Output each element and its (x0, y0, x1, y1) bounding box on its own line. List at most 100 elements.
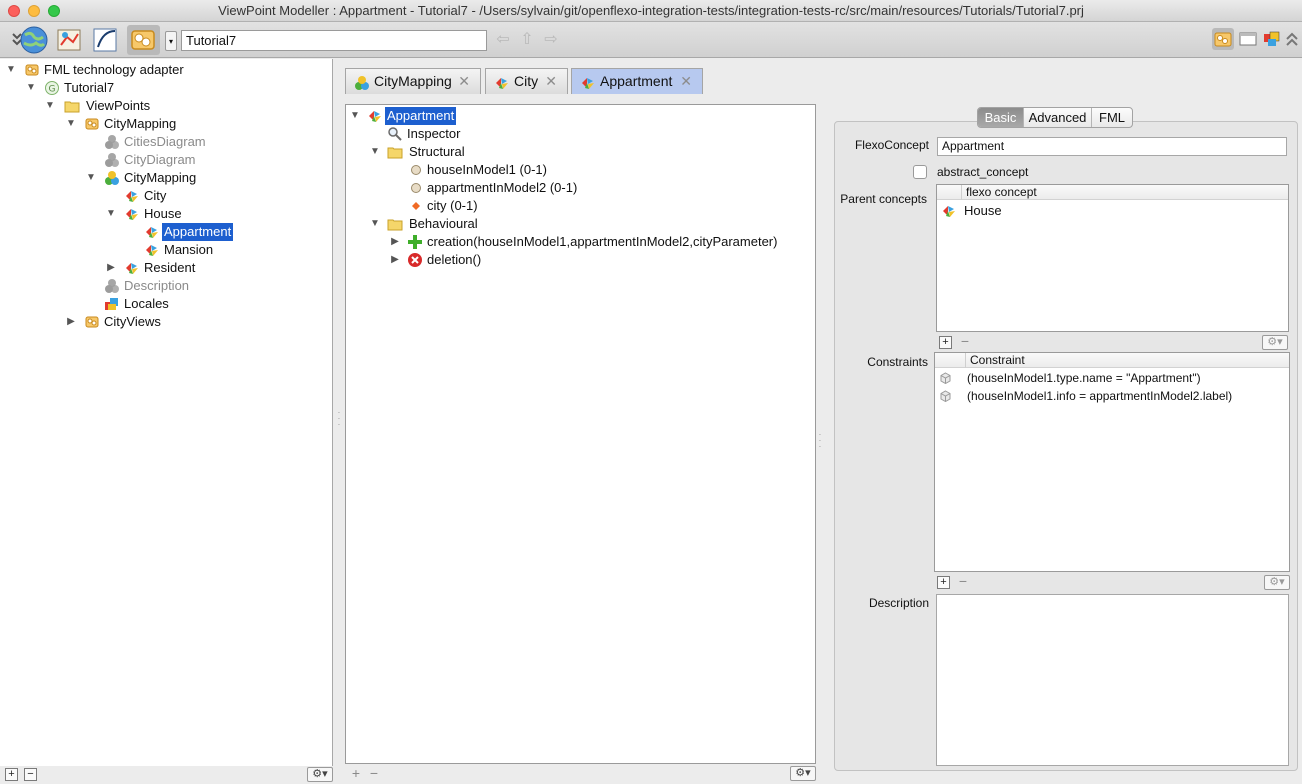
close-tab-icon[interactable]: ✕ (545, 69, 557, 94)
remove-parent-concept-button[interactable]: − (958, 334, 972, 349)
concept-role-icon (408, 198, 424, 214)
project-field[interactable]: Tutorial7 (181, 30, 487, 51)
constraints-table[interactable]: Constraint (houseInModel1.type.name = "A… (934, 352, 1290, 572)
module-dropdown-icon[interactable]: ▾ (165, 31, 177, 51)
role-icon (408, 162, 424, 178)
diagram-cluster-icon (104, 278, 120, 294)
flexo-concept-icon (367, 108, 383, 124)
flexo-concept-name-field[interactable]: Appartment (937, 137, 1287, 156)
project-icon (44, 80, 60, 96)
role-icon (408, 180, 424, 196)
tab-city[interactable]: City ✕ (485, 68, 568, 94)
module-icon[interactable] (1262, 30, 1282, 48)
virtual-model-icon (354, 74, 370, 90)
tab-basic[interactable]: Basic (978, 108, 1024, 127)
expanded-triangle-icon[interactable]: ▼ (6, 61, 16, 79)
back-arrow-icon[interactable]: ⇦ (494, 31, 512, 49)
concept-structure-tree[interactable]: ▼ Appartment Inspector ▼ Structural hous… (345, 104, 816, 764)
expanded-triangle-icon[interactable]: ▼ (106, 205, 116, 223)
constraints-label: Constraints (867, 355, 928, 369)
parent-concepts-gear-button[interactable]: ⚙▾ (1262, 335, 1288, 350)
remove-button[interactable]: − (367, 766, 381, 781)
flexo-concept-icon (494, 74, 510, 90)
collapse-icon[interactable] (2, 25, 22, 55)
zoom-window-button[interactable] (48, 5, 60, 17)
inspector-tab-switcher[interactable]: Basic Advanced FML (977, 107, 1133, 128)
diagram-editor-icon[interactable] (55, 25, 85, 55)
tab-fml[interactable]: FML (1092, 108, 1132, 127)
folder-icon (64, 98, 80, 114)
tab-citymapping[interactable]: CityMapping ✕ (345, 68, 481, 94)
tab-advanced[interactable]: Advanced (1024, 108, 1092, 127)
add-plus-icon (407, 234, 423, 250)
collapsed-triangle-icon[interactable]: ▶ (66, 313, 76, 331)
close-tab-icon[interactable]: ✕ (680, 69, 692, 94)
table-header: flexo concept (937, 185, 1288, 200)
viewpoint-modeller-icon[interactable] (127, 25, 160, 55)
expanded-triangle-icon[interactable]: ▼ (86, 169, 96, 187)
expanded-triangle-icon[interactable]: ▼ (370, 215, 380, 233)
collapsed-triangle-icon[interactable]: ▶ (390, 251, 400, 269)
parent-concepts-label: Parent concepts (840, 192, 927, 206)
abstract-concept-label: abstract_concept (937, 165, 1029, 179)
folder-icon (387, 216, 403, 232)
column-header-constraint[interactable]: Constraint (965, 353, 1025, 368)
window-icon[interactable] (1238, 30, 1258, 48)
collapse-up-icon[interactable] (1284, 30, 1300, 48)
window-title-bar: ViewPoint Modeller : Appartment - Tutori… (0, 0, 1302, 22)
add-button[interactable]: + (5, 768, 18, 781)
expanded-triangle-icon[interactable]: ▼ (370, 143, 380, 161)
flexo-concept-icon (124, 188, 140, 204)
close-window-button[interactable] (8, 5, 20, 17)
delete-icon (407, 252, 423, 268)
diagram-cluster-icon (104, 134, 120, 150)
constraints-gear-button[interactable]: ⚙▾ (1264, 575, 1290, 590)
viewpoint-icon (84, 314, 100, 330)
gear-menu-button[interactable]: ⚙▾ (307, 767, 333, 782)
left-panel-footer: + − ⚙▾ (0, 766, 333, 784)
description-textarea[interactable] (936, 594, 1289, 766)
table-row[interactable]: (houseInModel1.info = appartmentInModel2… (935, 387, 1289, 405)
expanded-triangle-icon[interactable]: ▼ (45, 97, 55, 115)
diagram-cluster-icon (104, 152, 120, 168)
globe-icon[interactable] (19, 25, 49, 55)
add-constraint-button[interactable]: + (937, 576, 950, 589)
folder-icon (387, 144, 403, 160)
abstract-concept-checkbox[interactable] (913, 165, 927, 179)
flexo-concept-icon (144, 242, 160, 258)
description-label: Description (868, 596, 929, 610)
close-tab-icon[interactable]: ✕ (458, 69, 470, 94)
center-splitter-handle[interactable]: · · · (818, 431, 822, 452)
pen-tool-icon[interactable] (91, 25, 121, 55)
flexo-concept-icon (580, 74, 596, 90)
table-row[interactable]: (houseInModel1.type.name = "Appartment") (935, 369, 1289, 387)
tab-appartment[interactable]: Appartment ✕ (571, 68, 703, 94)
forward-arrow-icon[interactable]: ⇨ (542, 31, 560, 49)
remove-button[interactable]: − (24, 768, 37, 781)
viewpoint-icon (84, 116, 100, 132)
table-row[interactable]: House (937, 202, 1288, 220)
window-title: ViewPoint Modeller : Appartment - Tutori… (218, 3, 1084, 18)
expanded-triangle-icon[interactable]: ▼ (350, 107, 360, 125)
table-header: Constraint (935, 353, 1289, 368)
up-arrow-icon[interactable]: ⇧ (518, 31, 536, 49)
collapsed-triangle-icon[interactable]: ▶ (390, 233, 400, 251)
column-header-flexo-concept[interactable]: flexo concept (961, 185, 1037, 200)
constraint-cube-icon (940, 372, 951, 384)
expanded-triangle-icon[interactable]: ▼ (26, 79, 36, 97)
gear-menu-button[interactable]: ⚙▾ (790, 766, 816, 781)
flexo-concept-icon (941, 203, 957, 219)
resource-browser-tree[interactable]: ▼ FML technology adapter ▼ Tutorial7 ▼ V… (0, 59, 333, 768)
add-button[interactable]: + (349, 766, 363, 781)
parent-concepts-table[interactable]: flexo concept House (936, 184, 1289, 332)
viewpoint-icon[interactable] (1212, 28, 1234, 50)
constraint-cube-icon (940, 390, 951, 402)
collapsed-triangle-icon[interactable]: ▶ (106, 259, 116, 277)
left-splitter-handle[interactable]: · · · (337, 409, 341, 430)
flexo-concept-icon (124, 260, 140, 276)
magnifier-icon (387, 126, 403, 142)
add-parent-concept-button[interactable]: + (939, 336, 952, 349)
expanded-triangle-icon[interactable]: ▼ (66, 115, 76, 133)
minimize-window-button[interactable] (28, 5, 40, 17)
remove-constraint-button[interactable]: − (956, 574, 970, 589)
